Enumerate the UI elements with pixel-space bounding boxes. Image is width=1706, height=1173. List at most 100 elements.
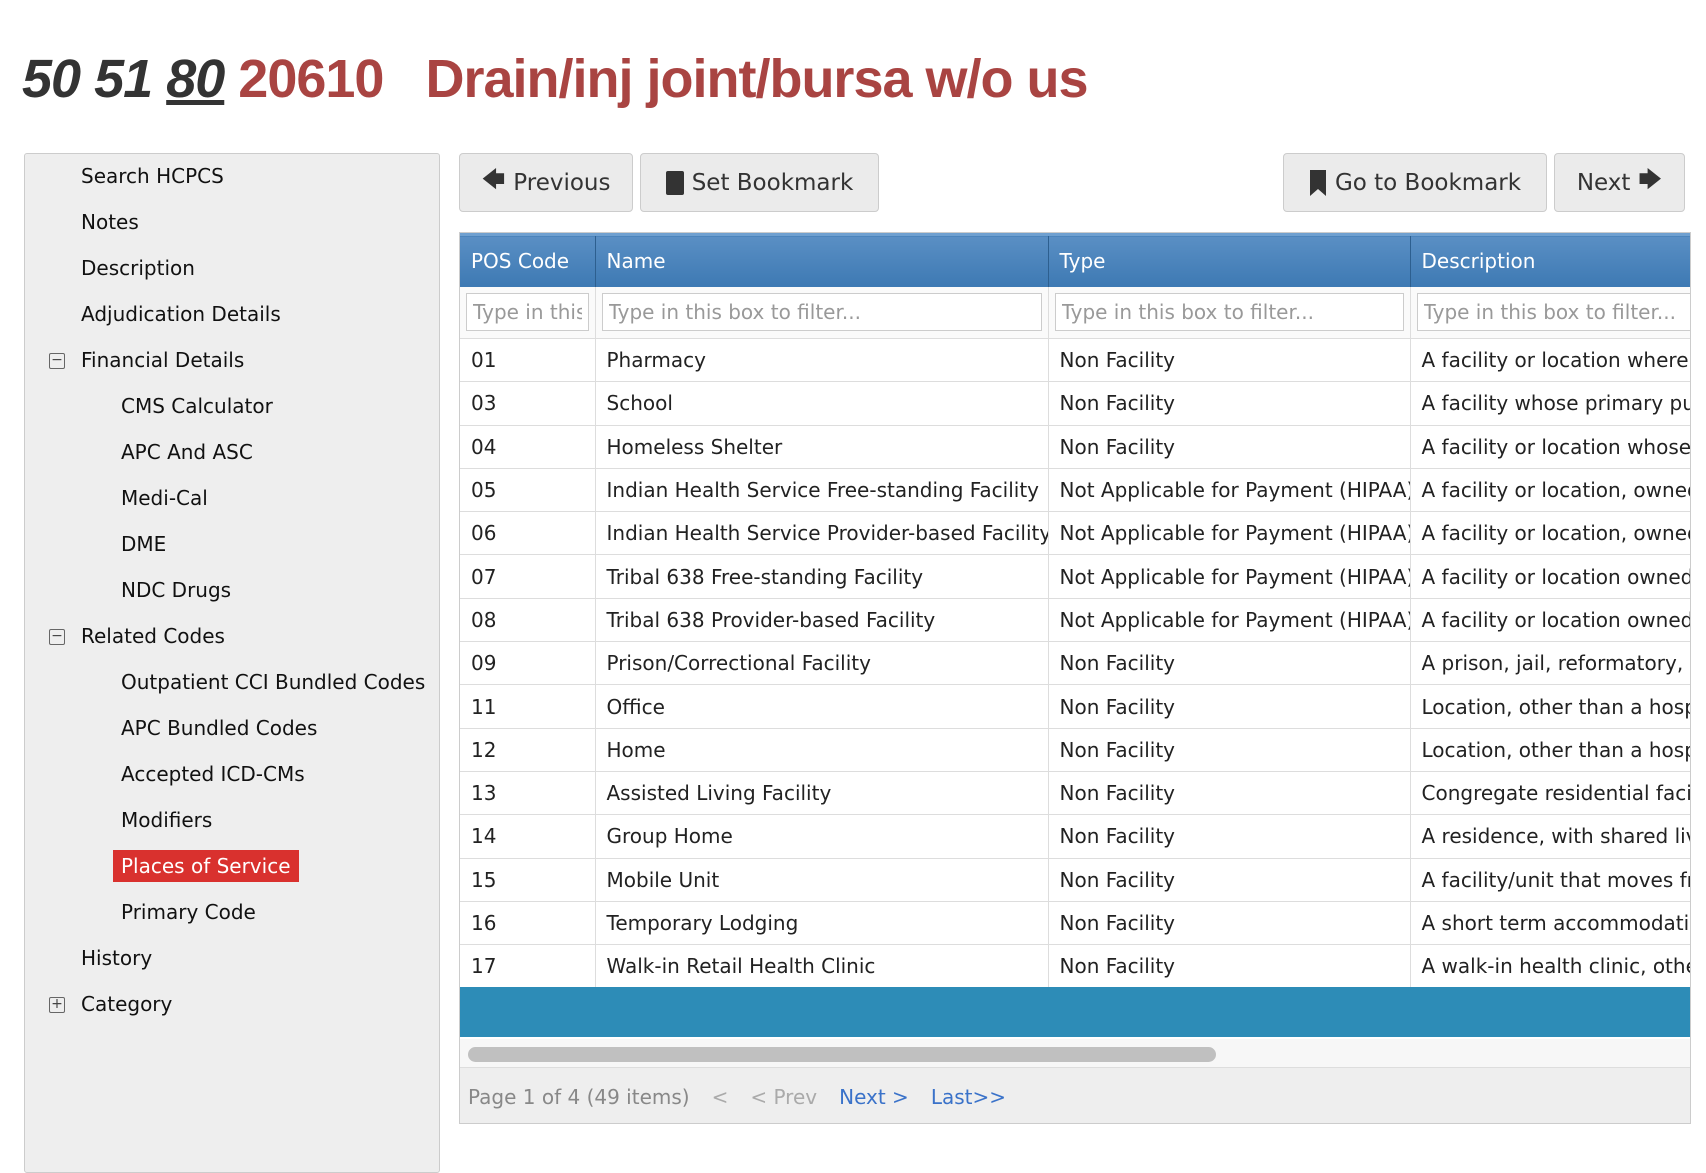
next-button[interactable]: Next 🡆	[1554, 153, 1685, 212]
scrollbar-thumb[interactable]	[468, 1047, 1216, 1062]
name-filter-input[interactable]	[601, 293, 1042, 332]
sidebar-item[interactable]: Category	[81, 992, 172, 1016]
last-page-link[interactable]: Last>>	[931, 1085, 1006, 1109]
table-row[interactable]: 03 School Non Facility A facility whose pri…	[460, 381, 1690, 426]
filter-cell	[1410, 286, 1690, 339]
table-row[interactable]: 15 Mobile Unit Non Facility A facility/unit…	[460, 858, 1690, 902]
table-cell: 08	[460, 598, 596, 643]
code-title: Drain/inj joint/bursa w/o us	[425, 49, 1088, 109]
table-row[interactable]: 09 Prison/Correctional Facility Non Facili…	[460, 641, 1690, 686]
sidebar-item[interactable]: Outpatient CCI Bundled Codes	[121, 670, 425, 694]
table-cell: A facility or location owned a	[1410, 598, 1690, 643]
table-cell: Pharmacy	[595, 338, 1049, 383]
column-header[interactable]: POS Code	[460, 233, 596, 287]
filter-cell	[460, 286, 596, 339]
table-row[interactable]: 13 Assisted Living Facility Non Facility Co…	[460, 771, 1690, 816]
sidebar-item[interactable]: APC And ASC	[121, 440, 253, 464]
sidebar-item[interactable]: DME	[121, 532, 166, 556]
table-cell: 13	[460, 771, 596, 816]
sidebar-item[interactable]: Primary Code	[121, 900, 256, 924]
table-cell: Non Facility	[1048, 771, 1411, 816]
table-cell: Homeless Shelter	[595, 425, 1049, 469]
table-cell: Walk-in Retail Health Clinic	[595, 944, 1049, 989]
filter-cell	[595, 286, 1049, 339]
table-cell: A facility or location, owned	[1410, 511, 1690, 556]
table-cell: 15	[460, 858, 596, 902]
previous-button[interactable]: 🡄 Previous	[459, 153, 633, 212]
table-cell: 11	[460, 684, 596, 729]
table-cell: A facility whose primary purp	[1410, 381, 1690, 426]
table-row[interactable]: 12 Home Non Facility Location, other than a…	[460, 728, 1690, 772]
table-row[interactable]: 11 Office Non Facility Location, other than…	[460, 684, 1690, 729]
page-title: 50 51 80 20610 Drain/inj joint/bursa w/o…	[22, 48, 1089, 110]
sidebar-item[interactable]: History	[81, 946, 152, 970]
sidebar-item[interactable]: Adjudication Details	[81, 302, 281, 326]
table-cell: 14	[460, 814, 596, 859]
sidebar-item[interactable]: Financial Details	[81, 348, 244, 372]
sidebar-item[interactable]: Search HCPCS	[81, 164, 224, 188]
column-header[interactable]: Type	[1048, 233, 1411, 287]
sidebar-item[interactable]: Accepted ICD-CMs	[121, 762, 305, 786]
table-row[interactable]: 14 Group Home Non Facility A residence, wit…	[460, 814, 1690, 859]
sidebar-item[interactable]: CMS Calculator	[121, 394, 273, 418]
table-row[interactable]: 06 Indian Health Service Provider-based F…	[460, 511, 1690, 556]
first-page-link: <	[711, 1084, 729, 1109]
table-cell: Indian Health Service Free-standing Faci…	[595, 468, 1049, 513]
sidebar-item[interactable]: Description	[81, 256, 195, 280]
modifier[interactable]: 50	[22, 49, 81, 109]
modifier[interactable]: 51	[94, 49, 153, 109]
table-cell: Non Facility	[1048, 684, 1411, 729]
expand-icon[interactable]: +	[49, 997, 65, 1013]
sidebar-item[interactable]: Places of Service	[113, 850, 299, 882]
next-page-link[interactable]: Next >	[839, 1085, 909, 1109]
column-header[interactable]: Name	[595, 233, 1049, 287]
table-cell: A residence, with shared livi	[1410, 814, 1690, 859]
collapse-icon[interactable]: −	[49, 353, 65, 369]
table-cell: Non Facility	[1048, 338, 1411, 383]
table-cell: Mobile Unit	[595, 858, 1049, 902]
pos-code-filter-input[interactable]	[466, 293, 589, 332]
table-cell: 17	[460, 944, 596, 989]
table-cell: A facility/unit that moves fro	[1410, 858, 1690, 902]
table-cell: 12	[460, 728, 596, 772]
code: 20610	[238, 49, 384, 109]
table-cell: Non Facility	[1048, 641, 1411, 686]
table-row[interactable]: 08 Tribal 638 Provider-based Facility Not …	[460, 598, 1690, 643]
table-row[interactable]: 01 Pharmacy Non Facility A facility or loca…	[460, 338, 1690, 383]
previous-label: Previous	[513, 169, 611, 196]
table-cell: Non Facility	[1048, 425, 1411, 469]
table-cell: Congregate residential facilit	[1410, 771, 1690, 816]
table-cell: Tribal 638 Provider-based Facility	[595, 598, 1049, 643]
filter-cell	[1048, 286, 1411, 339]
table-cell: 07	[460, 554, 596, 599]
sidebar-item[interactable]: Notes	[81, 210, 139, 234]
sidebar-item[interactable]: Medi-Cal	[121, 486, 208, 510]
table-row[interactable]: 07 Tribal 638 Free-standing Facility Not A…	[460, 554, 1690, 599]
horizontal-scrollbar[interactable]	[460, 1039, 1690, 1067]
table-cell: 16	[460, 901, 596, 946]
sidebar-item[interactable]: Related Codes	[81, 624, 225, 648]
column-header[interactable]: Description	[1410, 233, 1690, 287]
table-cell: Prison/Correctional Facility	[595, 641, 1049, 686]
table-row[interactable]: 16 Temporary Lodging Non Facility A short t…	[460, 901, 1690, 946]
collapse-icon[interactable]: −	[49, 629, 65, 645]
description-filter-input[interactable]	[1416, 293, 1690, 332]
sidebar-item[interactable]: NDC Drugs	[121, 578, 231, 602]
sidebar-item[interactable]: APC Bundled Codes	[121, 716, 317, 740]
places-of-service-grid: POS CodeNameTypeDescription 01PharmacyNo…	[459, 232, 1691, 1124]
table-cell: Non Facility	[1048, 901, 1411, 946]
table-cell: Not Applicable for Payment (HIPAA)	[1048, 554, 1411, 599]
table-cell: A facility or location whose p	[1410, 425, 1690, 469]
sidebar-item[interactable]: Modifiers	[121, 808, 212, 832]
table-row[interactable]: 17 Walk-in Retail Health Clinic Non Facili…	[460, 944, 1690, 989]
set-bookmark-button[interactable]: Set Bookmark	[640, 153, 879, 212]
go-to-bookmark-button[interactable]: Go to Bookmark	[1283, 153, 1547, 212]
type-filter-input[interactable]	[1054, 293, 1404, 332]
table-row[interactable]: 04 Homeless Shelter Non Facility A facility…	[460, 425, 1690, 469]
modifier-selected[interactable]: 80	[166, 49, 225, 109]
table-cell: Home	[595, 728, 1049, 772]
table-cell: Non Facility	[1048, 381, 1411, 426]
table-cell: A facility or location where d	[1410, 338, 1690, 383]
table-cell: Tribal 638 Free-standing Facility	[595, 554, 1049, 599]
table-row[interactable]: 05 Indian Health Service Free-standing Fa…	[460, 468, 1690, 513]
